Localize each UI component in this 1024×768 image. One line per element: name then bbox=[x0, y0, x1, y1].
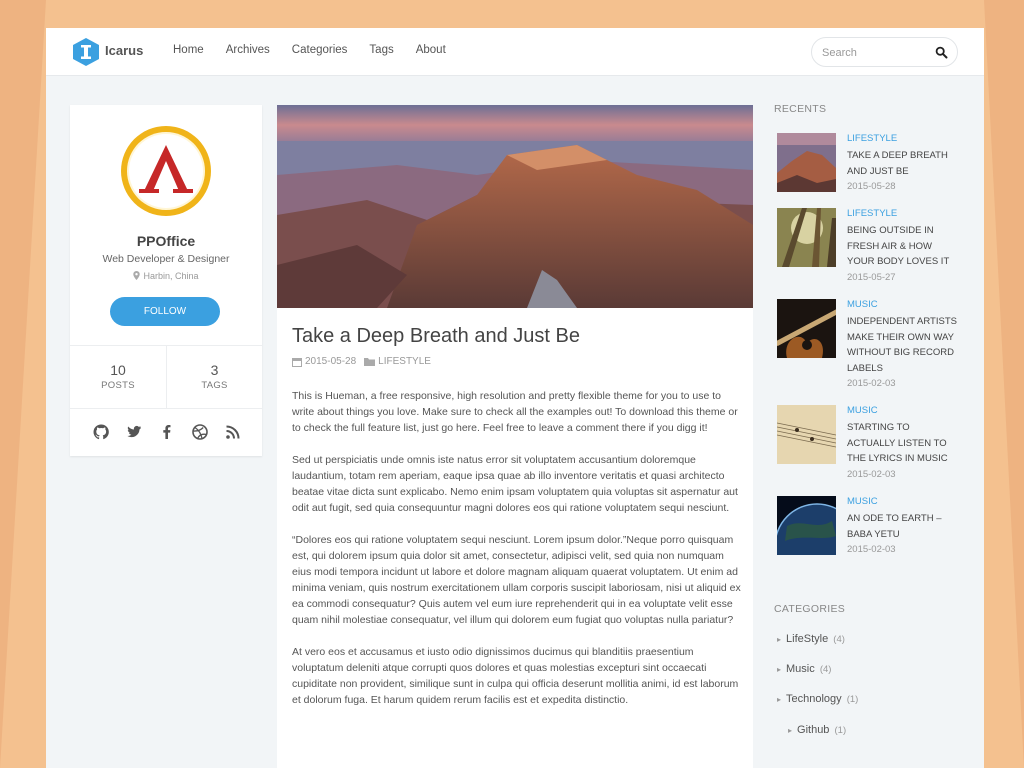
category-count: (4) bbox=[819, 664, 832, 675]
recent-category[interactable]: LIFESTYLE bbox=[847, 133, 897, 144]
categories-heading: CATEGORIES bbox=[774, 603, 846, 615]
recent-thumbnail[interactable] bbox=[777, 496, 836, 555]
recent-category[interactable]: MUSIC bbox=[847, 496, 878, 507]
recent-title-text: BEING OUTSIDE IN FRESH AIR & HOW YOUR BO… bbox=[847, 225, 950, 267]
social-links bbox=[92, 423, 242, 441]
dribbble-icon[interactable] bbox=[191, 423, 209, 441]
recent-date: 2015-05-28 bbox=[847, 181, 896, 192]
recent-title[interactable]: AN ODE TO EARTH – BABA YETU 2015-02-03 bbox=[847, 511, 957, 558]
browser-page: Icarus Home Archives Categories Tags Abo… bbox=[46, 28, 984, 768]
article-paragraph: At vero eos et accusamus et iusto odio d… bbox=[292, 646, 739, 706]
follow-button[interactable]: FOLLOW bbox=[110, 297, 220, 326]
logo-icon[interactable] bbox=[73, 38, 99, 66]
facebook-icon[interactable] bbox=[158, 423, 176, 441]
chevron-right-icon: ▸ bbox=[777, 695, 782, 704]
recent-thumbnail[interactable] bbox=[777, 299, 836, 358]
search-input[interactable] bbox=[822, 44, 927, 61]
top-navbar: Icarus Home Archives Categories Tags Abo… bbox=[46, 28, 984, 76]
category-item[interactable]: ▸ Music (4) bbox=[777, 663, 831, 675]
recent-title[interactable]: STARTING TO ACTUALLY LISTEN TO THE LYRIC… bbox=[847, 420, 957, 482]
background-shade-left bbox=[0, 0, 46, 768]
profile-role: Web Developer & Designer bbox=[102, 253, 230, 265]
rss-icon[interactable] bbox=[224, 423, 242, 441]
chevron-right-icon: ▸ bbox=[777, 635, 782, 644]
article-card: Take a Deep Breath and Just Be 2015-05-2… bbox=[277, 105, 753, 768]
recent-title-text: TAKE A DEEP BREATH AND JUST BE bbox=[847, 150, 948, 177]
article-paragraph: “Dolores eos qui ratione voluptatem sequ… bbox=[292, 534, 741, 626]
chevron-right-icon: ▸ bbox=[788, 726, 793, 735]
twitter-icon[interactable] bbox=[125, 423, 143, 441]
category-name: Music bbox=[786, 663, 815, 675]
recent-category[interactable]: LIFESTYLE bbox=[847, 208, 897, 219]
search-box bbox=[811, 37, 958, 67]
article-category-label: LIFESTYLE bbox=[378, 356, 431, 367]
avatar bbox=[121, 126, 211, 216]
recent-thumbnail[interactable] bbox=[777, 133, 836, 192]
article-date: 2015-05-28 bbox=[305, 356, 357, 367]
profile-card: PPOffice Web Developer & Designer Harbin… bbox=[70, 105, 262, 456]
recent-category[interactable]: MUSIC bbox=[847, 299, 878, 310]
category-count: (1) bbox=[846, 694, 859, 705]
category-name: Technology bbox=[786, 693, 842, 705]
brand-name[interactable]: Icarus bbox=[105, 43, 143, 58]
posts-stat[interactable]: 10 POSTS bbox=[70, 346, 166, 408]
map-pin-icon bbox=[133, 271, 141, 280]
recent-date: 2015-02-03 bbox=[847, 468, 896, 480]
article-hero-image[interactable] bbox=[277, 105, 753, 308]
tags-count: 3 bbox=[210, 362, 219, 378]
nav-about[interactable]: About bbox=[416, 44, 446, 56]
category-item[interactable]: ▸ Github (1) bbox=[788, 724, 846, 736]
recent-title[interactable]: TAKE A DEEP BREATH AND JUST BE 2015-05-28 bbox=[847, 148, 957, 195]
article-paragraph: Sed ut perspiciatis unde omnis iste natu… bbox=[292, 454, 738, 514]
github-icon[interactable] bbox=[92, 423, 110, 441]
recent-title-text: STARTING TO ACTUALLY LISTEN TO THE LYRIC… bbox=[847, 422, 948, 464]
article-category[interactable]: LIFESTYLE bbox=[364, 356, 431, 367]
article-title[interactable]: Take a Deep Breath and Just Be bbox=[292, 325, 580, 348]
nav-home[interactable]: Home bbox=[173, 44, 204, 56]
tags-label: TAGS bbox=[201, 380, 228, 391]
folder-icon bbox=[364, 358, 376, 366]
posts-label: POSTS bbox=[101, 380, 135, 391]
nav-archives[interactable]: Archives bbox=[226, 44, 270, 56]
category-name: LifeStyle bbox=[786, 633, 829, 645]
category-item[interactable]: ▸ LifeStyle (4) bbox=[777, 633, 845, 645]
posts-count: 10 bbox=[110, 362, 126, 378]
profile-location: Harbin, China bbox=[70, 271, 262, 281]
location-text: Harbin, China bbox=[143, 271, 199, 281]
recent-title[interactable]: BEING OUTSIDE IN FRESH AIR & HOW YOUR BO… bbox=[847, 223, 957, 285]
category-count: (4) bbox=[833, 634, 845, 645]
article-body: This is Hueman, a free responsive, high … bbox=[292, 388, 742, 724]
category-item[interactable]: ▸ Technology (1) bbox=[777, 693, 858, 705]
main-nav: Home Archives Categories Tags About bbox=[173, 44, 468, 56]
tags-stat[interactable]: 3 TAGS bbox=[166, 346, 262, 408]
category-count: (1) bbox=[834, 725, 847, 736]
recent-title[interactable]: INDEPENDENT ARTISTS MAKE THEIR OWN WAY W… bbox=[847, 314, 957, 392]
recent-date: 2015-02-03 bbox=[847, 378, 896, 389]
recent-title-text: AN ODE TO EARTH – BABA YETU bbox=[847, 513, 942, 540]
recent-thumbnail[interactable] bbox=[777, 405, 836, 464]
profile-stats: 10 POSTS 3 TAGS bbox=[70, 345, 262, 409]
calendar-icon bbox=[292, 357, 302, 367]
category-name: Github bbox=[797, 724, 830, 736]
search-icon[interactable] bbox=[935, 46, 948, 59]
recent-date: 2015-05-27 bbox=[847, 271, 896, 283]
recent-thumbnail[interactable] bbox=[777, 208, 836, 267]
profile-name: PPOffice bbox=[136, 233, 196, 249]
nav-categories[interactable]: Categories bbox=[292, 44, 348, 56]
recent-date: 2015-02-03 bbox=[847, 544, 896, 555]
chevron-right-icon: ▸ bbox=[777, 665, 782, 674]
recent-category[interactable]: MUSIC bbox=[847, 405, 878, 416]
nav-tags[interactable]: Tags bbox=[369, 44, 393, 56]
recents-heading: RECENTS bbox=[774, 103, 827, 115]
recent-title-text: INDEPENDENT ARTISTS MAKE THEIR OWN WAY W… bbox=[847, 316, 957, 374]
article-meta: 2015-05-28 LIFESTYLE bbox=[292, 356, 431, 367]
background-shade-right bbox=[984, 0, 1024, 768]
article-paragraph: This is Hueman, a free responsive, high … bbox=[292, 390, 738, 434]
